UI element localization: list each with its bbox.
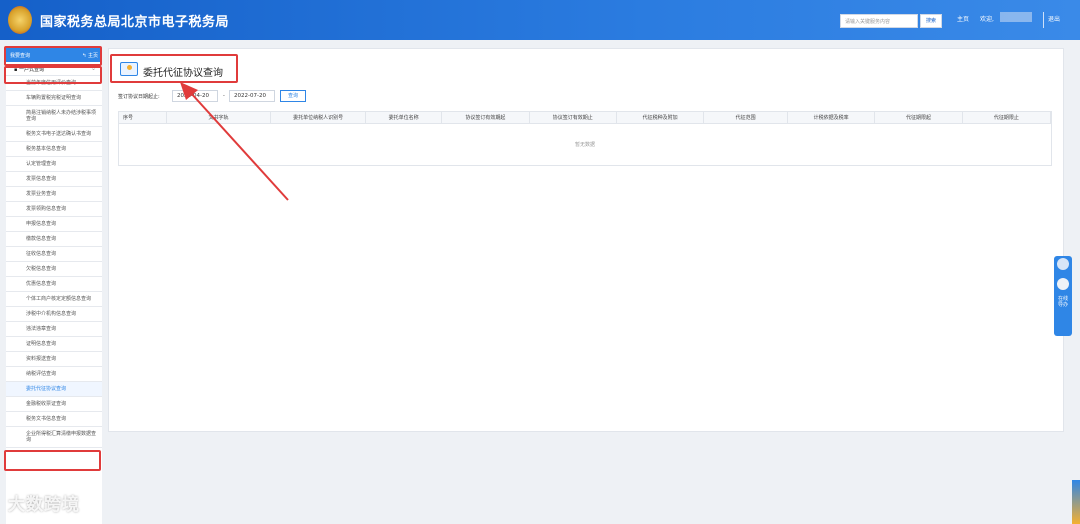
- table-column-header: 计税依据及税率: [788, 112, 876, 123]
- top-header: 国家税务总局北京市电子税务局 请输入关键服务内容 搜索 主页 欢迎, 退出: [0, 0, 1080, 40]
- table-column-header: 文书字轨: [167, 112, 272, 123]
- empty-state-text: 暂无数据: [574, 142, 595, 148]
- query-button[interactable]: 查询: [280, 90, 306, 102]
- sidebar-item[interactable]: 企业所得税汇算清缴申报数据查询: [6, 427, 102, 448]
- username-redacted: [1000, 12, 1032, 22]
- sidebar-item[interactable]: 征收信息查询: [6, 247, 102, 262]
- table-column-header: 委托单位名称: [366, 112, 443, 123]
- agreement-table: 序号 文书字轨 委托单位纳税人识别号 委托单位名称 协议签订有效期起 协议签订有效期止 代征…: [118, 111, 1052, 166]
- highlight-sidebar-group: [4, 66, 102, 84]
- highlight-active-item: [4, 450, 101, 471]
- table-column-header: 序号: [119, 112, 167, 123]
- sidebar-item[interactable]: 金融税收票证查询: [6, 397, 102, 412]
- user-avatar-icon: [1057, 258, 1069, 270]
- sidebar-item[interactable]: 税务文书电子送达确认书查询: [6, 127, 102, 142]
- sidebar-item[interactable]: 资料报送查询: [6, 352, 102, 367]
- highlight-sidebar-header: [4, 46, 102, 66]
- sidebar-item[interactable]: 缴款信息查询: [6, 232, 102, 247]
- main-panel: [108, 48, 1064, 432]
- date-separator: -: [223, 93, 225, 99]
- sidebar-item[interactable]: 纳税评估查询: [6, 367, 102, 382]
- date-start-input[interactable]: 2022-04-20: [172, 90, 218, 102]
- highlight-page-title: [110, 54, 238, 83]
- sidebar-item[interactable]: 简易注销纳税人未办结涉税事项查询: [6, 106, 102, 127]
- header-divider: [1043, 12, 1044, 28]
- table-header-row: 序号 文书字轨 委托单位纳税人识别号 委托单位名称 协议签订有效期起 协议签订有效期止 代征…: [119, 112, 1052, 124]
- date-end-input[interactable]: 2022-07-20: [229, 90, 275, 102]
- sidebar-item[interactable]: 证明信息查询: [6, 337, 102, 352]
- sidebar-item[interactable]: 欠税信息查询: [6, 262, 102, 277]
- sidebar-item[interactable]: 申报信息查询: [6, 217, 102, 232]
- filter-date-label: 签订协议日期起止:: [118, 94, 160, 100]
- table-column-header: 协议签订有效期止: [530, 112, 617, 123]
- sidebar-item[interactable]: 车辆购置税完税证明查询: [6, 91, 102, 106]
- online-guide-widget[interactable]: 在线导办: [1054, 256, 1072, 336]
- table-column-header: 协议签订有效期起: [442, 112, 530, 123]
- sidebar-item[interactable]: 委托代征协议查询: [6, 382, 102, 397]
- sidebar-item[interactable]: 认定管理查询: [6, 157, 102, 172]
- corner-decoration: [1072, 480, 1080, 524]
- table-column-header: 代征期限止: [963, 112, 1052, 123]
- sidebar-item[interactable]: 发票业务查询: [6, 187, 102, 202]
- site-title: 国家税务总局北京市电子税务局: [40, 15, 230, 30]
- sidebar-item[interactable]: 发票信息查询: [6, 172, 102, 187]
- search-button[interactable]: 搜索: [920, 14, 942, 28]
- sidebar-item[interactable]: 涉税中介机构信息查询: [6, 307, 102, 322]
- logout-link[interactable]: 退出: [1048, 14, 1060, 23]
- header-home-link[interactable]: 主页: [957, 14, 969, 23]
- sidebar-item[interactable]: 税务基本信息查询: [6, 142, 102, 157]
- table-column-header: 代征税种及附加: [617, 112, 705, 123]
- table-column-header: 委托单位纳税人识别号: [271, 112, 367, 123]
- sidebar-item[interactable]: 优惠信息查询: [6, 277, 102, 292]
- sidebar-item[interactable]: 税务文书信息查询: [6, 412, 102, 427]
- welcome-text: 欢迎,: [980, 16, 994, 23]
- sidebar-item[interactable]: 违法违章查询: [6, 322, 102, 337]
- sidebar-item-list: 当前年度信用评价查询 车辆购置税完税证明查询 简易注销纳税人未办结涉税事项查询 税务文…: [6, 76, 102, 448]
- online-guide-label: 在线导办: [1058, 296, 1069, 308]
- table-column-header: 代征范围: [704, 112, 788, 123]
- table-column-header: 代征期限起: [875, 112, 963, 123]
- tax-emblem-icon: [8, 6, 32, 34]
- watermark-logo: 大数跨境: [8, 495, 80, 515]
- search-input[interactable]: 请输入关键服务内容: [840, 14, 918, 28]
- assistant-avatar-icon: [1057, 278, 1069, 290]
- sidebar-item[interactable]: 个体工商户核定定额信息查询: [6, 292, 102, 307]
- sidebar-item[interactable]: 发票领购信息查询: [6, 202, 102, 217]
